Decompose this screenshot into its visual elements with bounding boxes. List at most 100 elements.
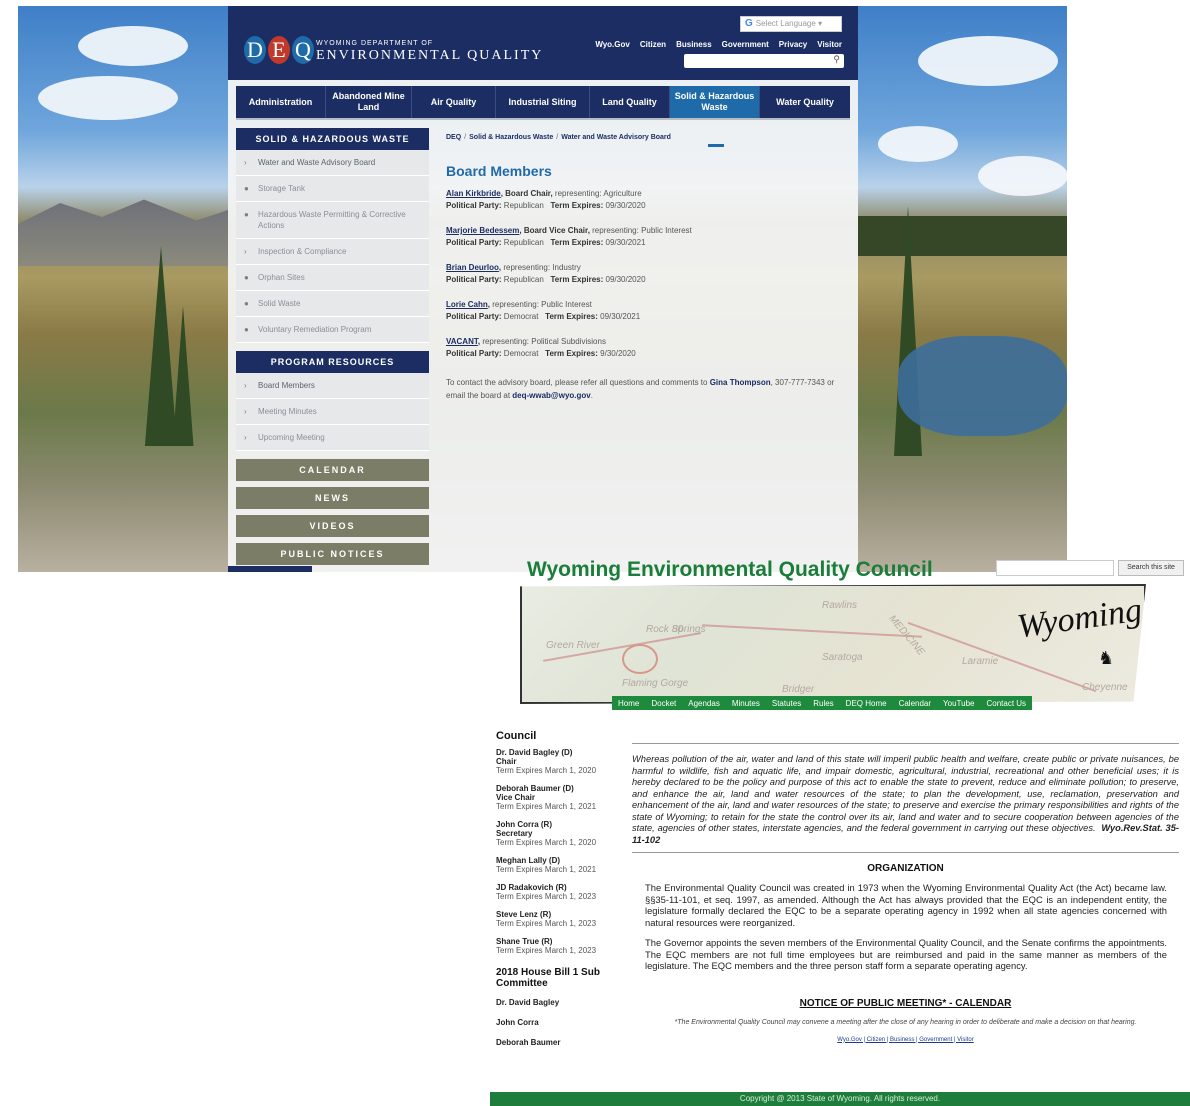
council-member-term: Term Expires March 1, 2023 bbox=[496, 892, 597, 901]
nav-land-quality[interactable]: Land Quality bbox=[590, 86, 670, 118]
nav-water-quality[interactable]: Water Quality bbox=[760, 86, 850, 118]
calendar-block[interactable]: CALENDAR bbox=[236, 459, 429, 481]
breadcrumb-item[interactable]: Water and Waste Advisory Board bbox=[561, 134, 671, 141]
chevron-right-icon: › bbox=[244, 407, 247, 416]
member-role: , Board Chair, bbox=[500, 189, 553, 198]
member-name-link[interactable]: VACANT bbox=[446, 337, 478, 346]
cloud bbox=[38, 76, 178, 120]
breadcrumb-item[interactable]: Solid & Hazardous Waste bbox=[469, 134, 553, 141]
nav-rules[interactable]: Rules bbox=[813, 699, 833, 708]
council-member-title: Chair bbox=[496, 757, 517, 766]
member-name-link[interactable]: Brian Deurloo bbox=[446, 263, 499, 272]
council-member: Shane True (R) Term Expires March 1, 2023 bbox=[496, 937, 616, 955]
nav-industrial-siting[interactable]: Industrial Siting bbox=[496, 86, 590, 118]
sidebar-item-label: Solid Waste bbox=[258, 299, 301, 308]
top-link[interactable]: Business bbox=[676, 40, 712, 49]
top-link[interactable]: Visitor bbox=[817, 40, 842, 49]
sidebar-item-water-waste-board[interactable]: › Water and Waste Advisory Board bbox=[236, 150, 429, 176]
resource-label: Board Members bbox=[258, 381, 315, 390]
member-name-link[interactable]: Lorie Cahn bbox=[446, 300, 488, 309]
council-member-name: JD Radakovich (R) bbox=[496, 883, 567, 892]
deq-content: DEQ / Solid & Hazardous Waste / Water and Wa… bbox=[446, 134, 851, 402]
logo-letter: Q bbox=[292, 36, 314, 64]
member-party: Republican bbox=[501, 201, 544, 210]
council-member-name: John Corra (R) bbox=[496, 820, 552, 829]
council-member-term: Term Expires March 1, 2023 bbox=[496, 946, 597, 955]
resource-meeting-minutes[interactable]: › Meeting Minutes bbox=[236, 399, 429, 425]
nav-contact-us[interactable]: Contact Us bbox=[986, 699, 1026, 708]
sidebar-item-orphan-sites[interactable]: ● Orphan Sites bbox=[236, 265, 429, 291]
top-link[interactable]: Wyo.Gov bbox=[595, 40, 630, 49]
organization-paragraph: The Governor appoints the seven members … bbox=[645, 937, 1167, 971]
sidebar-item-solid-waste[interactable]: ● Solid Waste bbox=[236, 291, 429, 317]
logo-letter: D bbox=[244, 36, 266, 64]
contact-name-link[interactable]: Gina Thompson bbox=[710, 378, 771, 387]
footer-mini-links[interactable]: Wyo.Gov | Citizen | Business | Governmen… bbox=[632, 1037, 1179, 1043]
member-name-link[interactable]: Marjorie Bedessem bbox=[446, 226, 519, 235]
wyoming-map-banner: Green River Saratoga Laramie Cheyenne Ro… bbox=[520, 584, 1146, 704]
term-label: Term Expires: bbox=[545, 349, 598, 358]
deq-search-input[interactable]: ⚲ bbox=[684, 54, 844, 68]
videos-block[interactable]: VIDEOS bbox=[236, 515, 429, 537]
member-name-link[interactable]: Alan Kirkbride bbox=[446, 189, 501, 198]
nav-abandoned-mine-land[interactable]: Abandoned Mine Land bbox=[326, 86, 412, 118]
nav-agendas[interactable]: Agendas bbox=[688, 699, 720, 708]
member-rep: representing: Public Interest bbox=[490, 300, 592, 309]
divider bbox=[632, 852, 1179, 853]
contact-paragraph: To contact the advisory board, please re… bbox=[446, 376, 851, 402]
search-icon[interactable]: ⚲ bbox=[833, 54, 840, 65]
eqc-site-title[interactable]: Wyoming Environmental Quality Council bbox=[527, 558, 933, 582]
nav-administration[interactable]: Administration bbox=[236, 86, 326, 118]
member-rep: representing: Agriculture bbox=[552, 189, 642, 198]
council-member-term: Term Expires March 1, 2020 bbox=[496, 766, 597, 775]
nav-docket[interactable]: Docket bbox=[651, 699, 676, 708]
google-icon: G bbox=[745, 18, 753, 29]
deq-logo[interactable]: D E Q bbox=[244, 36, 314, 64]
member-rep: representing: Public Interest bbox=[589, 226, 692, 235]
contact-text: . bbox=[590, 391, 593, 400]
top-link[interactable]: Privacy bbox=[779, 40, 807, 49]
resource-board-members[interactable]: › Board Members bbox=[236, 373, 429, 399]
nav-minutes[interactable]: Minutes bbox=[732, 699, 760, 708]
nav-calendar[interactable]: Calendar bbox=[899, 699, 931, 708]
nav-home[interactable]: Home bbox=[618, 699, 639, 708]
member-role: , Board Vice Chair, bbox=[519, 226, 590, 235]
deq-sidebar: SOLID & HAZARDOUS WASTE › Water and Waste… bbox=[236, 128, 429, 565]
sidebar-item-hazardous-waste[interactable]: ● Hazardous Waste Permitting & Corrective… bbox=[236, 202, 429, 239]
language-select[interactable]: G Select Language ▾ bbox=[740, 16, 842, 32]
resource-label: Upcoming Meeting bbox=[258, 433, 325, 442]
top-link[interactable]: Government bbox=[722, 40, 769, 49]
council-member-term: Term Expires March 1, 2023 bbox=[496, 919, 597, 928]
nav-deq-home[interactable]: DEQ Home bbox=[846, 699, 887, 708]
public-notices-block[interactable]: PUBLIC NOTICES bbox=[236, 543, 429, 565]
map-label: Cheyenne bbox=[1082, 682, 1128, 693]
nav-solid-hazardous-waste[interactable]: Solid & Hazardous Waste bbox=[670, 86, 760, 118]
member-party: Democrat bbox=[501, 349, 539, 358]
eqc-search-button[interactable]: Search this site bbox=[1118, 560, 1184, 576]
breadcrumb-item[interactable]: DEQ bbox=[446, 134, 461, 141]
nav-air-quality[interactable]: Air Quality bbox=[412, 86, 496, 118]
council-member-term: Term Expires March 1, 2021 bbox=[496, 802, 597, 811]
eqc-screenshot: Wyoming Environmental Quality Council Se… bbox=[490, 556, 1190, 1106]
nav-statutes[interactable]: Statutes bbox=[772, 699, 801, 708]
party-label: Political Party: bbox=[446, 349, 502, 358]
notice-link[interactable]: NOTICE OF PUBLIC MEETING* - CALENDAR bbox=[632, 998, 1179, 1009]
news-block[interactable]: NEWS bbox=[236, 487, 429, 509]
chevron-right-icon: › bbox=[244, 381, 247, 390]
board-member: Marjorie Bedessem, Board Vice Chair, rep… bbox=[446, 225, 851, 249]
map-label: Rawlins bbox=[822, 600, 858, 611]
eqc-search-input[interactable] bbox=[996, 560, 1114, 576]
nav-youtube[interactable]: YouTube bbox=[943, 699, 974, 708]
deq-screenshot: G Select Language ▾ D E Q WYOMING DEPARTM… bbox=[18, 6, 1067, 572]
top-link[interactable]: Citizen bbox=[640, 40, 666, 49]
member-party: Republican bbox=[501, 275, 544, 284]
sidebar-item-voluntary-remediation[interactable]: ● Voluntary Remediation Program bbox=[236, 317, 429, 343]
council-member: Meghan Lally (D) Term Expires March 1, 20… bbox=[496, 856, 616, 874]
forest-line bbox=[858, 216, 1067, 256]
resource-upcoming-meeting[interactable]: › Upcoming Meeting bbox=[236, 425, 429, 451]
contact-email-link[interactable]: deq-wwab@wyo.gov bbox=[512, 391, 590, 400]
sidebar-item-storage-tank[interactable]: ● Storage Tank bbox=[236, 176, 429, 202]
sidebar-item-inspection[interactable]: › Inspection & Compliance bbox=[236, 239, 429, 265]
plus-circle-icon: ● bbox=[244, 299, 249, 308]
deq-page-panel: G Select Language ▾ D E Q WYOMING DEPARTM… bbox=[228, 6, 858, 572]
